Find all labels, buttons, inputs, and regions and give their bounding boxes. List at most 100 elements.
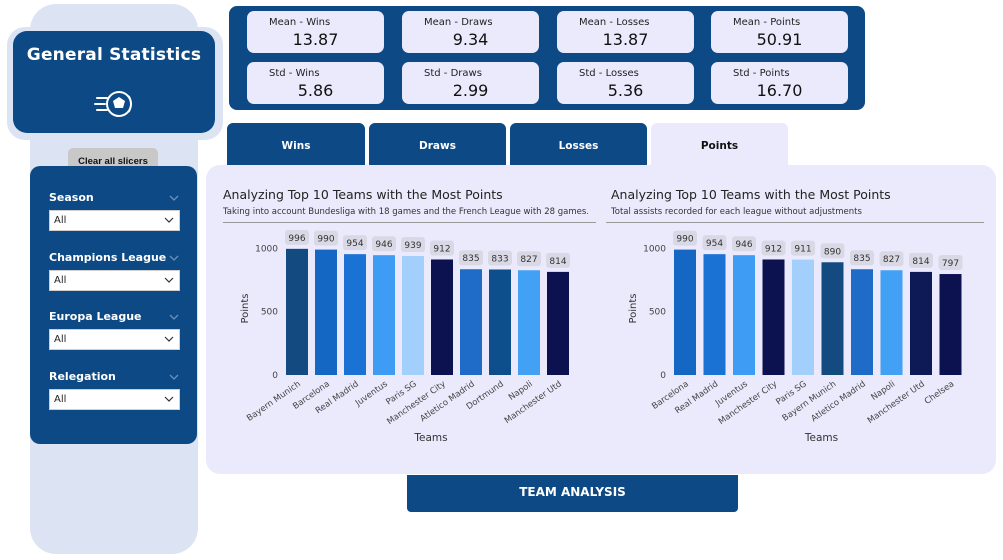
bar (489, 269, 511, 375)
bar (518, 270, 540, 375)
chart-area: Analyzing Top 10 Teams with the Most Poi… (206, 165, 996, 474)
slicer-season: Season All (49, 191, 181, 231)
data-label: 833 (491, 254, 508, 264)
x-tick-label: Chelsea (923, 379, 956, 407)
kpi-label: Std - Points (733, 68, 790, 79)
kpi-value: 2.99 (452, 81, 489, 100)
soccer-ball-icon (94, 91, 132, 117)
slicer-label: Champions League (49, 251, 167, 264)
bar (939, 274, 962, 375)
data-label: 912 (433, 244, 450, 254)
slicer-europa-league: Europa League All (49, 310, 181, 350)
data-label: 835 (462, 254, 479, 264)
kpi-value: 13.87 (292, 30, 339, 49)
chevron-down-icon (164, 217, 174, 223)
y-tick-label: 0 (660, 371, 666, 381)
chevron-down-icon[interactable] (169, 312, 179, 322)
kpi-card-mean-losses: Mean - Losses 13.87 (557, 11, 694, 53)
kpi-label: Std - Wins (269, 68, 320, 79)
chevron-down-icon[interactable] (169, 253, 179, 263)
kpi-value: 13.87 (602, 30, 649, 49)
data-label: 990 (676, 235, 693, 245)
data-label: 827 (883, 255, 900, 265)
dashboard: General Statistics Clear all slicers Sea… (0, 0, 1003, 560)
chevron-down-icon[interactable] (169, 193, 179, 203)
champions-league-dropdown[interactable]: All (49, 270, 180, 291)
dropdown-value: All (54, 334, 67, 345)
data-label: 814 (912, 257, 929, 267)
data-label: 954 (706, 239, 723, 249)
kpi-value: 5.36 (607, 81, 644, 100)
data-label: 890 (824, 247, 841, 257)
relegation-dropdown[interactable]: All (49, 389, 180, 410)
kpi-card-mean-wins: Mean - Wins 13.87 (247, 11, 384, 53)
y-tick-label: 500 (261, 308, 278, 318)
data-label: 835 (853, 254, 870, 264)
kpi-value: 50.91 (756, 30, 803, 49)
x-tick-label: Juventus (353, 379, 390, 409)
title-card: General Statistics (13, 31, 215, 133)
dropdown-value: All (54, 215, 67, 226)
bar (880, 270, 903, 375)
kpi-value: 9.34 (452, 30, 489, 49)
bar (286, 248, 308, 375)
bar (851, 269, 873, 375)
kpi-panel: Mean - Wins 13.87 Mean - Draws 9.34 Mean… (229, 6, 865, 110)
y-tick-label: 500 (649, 308, 666, 318)
bar (733, 255, 755, 375)
y-tick-label: 0 (272, 371, 278, 381)
chevron-down-icon (164, 277, 174, 283)
bar (821, 262, 844, 375)
tab-draws[interactable]: Draws (369, 123, 506, 169)
y-tick-label: 1000 (255, 244, 278, 254)
data-label: 797 (942, 259, 959, 269)
chevron-down-icon (164, 336, 174, 342)
tab-losses[interactable]: Losses (510, 123, 647, 169)
y-axis-label: Points (628, 293, 639, 323)
bar (547, 271, 569, 375)
kpi-label: Std - Losses (579, 68, 639, 79)
kpi-label: Mean - Wins (269, 17, 331, 28)
kpi-value: 5.86 (297, 81, 334, 100)
y-axis-label: Points (240, 293, 251, 323)
data-label: 954 (346, 239, 363, 249)
dropdown-value: All (54, 394, 67, 405)
slicer-label: Season (49, 191, 94, 204)
slicer-relegation: Relegation All (49, 370, 181, 410)
kpi-card-std-wins: Std - Wins 5.86 (247, 62, 384, 104)
bar (703, 254, 726, 375)
x-tick-label: Atletico Madrid (810, 379, 868, 424)
data-label: 939 (404, 241, 421, 251)
kpi-card-mean-points: Mean - Points 50.91 (711, 11, 848, 53)
data-label: 814 (549, 257, 566, 267)
season-dropdown[interactable]: All (49, 210, 180, 231)
data-label: 996 (288, 234, 305, 244)
slicer-champions-league: Champions League All (49, 251, 181, 291)
team-analysis-button[interactable]: TEAM ANALYSIS (407, 475, 738, 512)
tab-wins[interactable]: Wins (227, 123, 365, 169)
tab-points[interactable]: Points (651, 123, 788, 169)
slicer-label: Europa League (49, 310, 142, 323)
bar-chart-adjusted: 05001000Points996Bayern Munich990Barcelo… (240, 229, 570, 444)
bar-chart-unadjusted: 05001000Points990Barcelona954Real Madrid… (628, 230, 963, 444)
kpi-card-std-draws: Std - Draws 2.99 (402, 62, 539, 104)
bar (792, 259, 814, 375)
bar (402, 256, 424, 375)
chevron-down-icon[interactable] (169, 372, 179, 382)
bar (431, 259, 453, 375)
x-axis-label: Teams (804, 432, 838, 444)
kpi-card-std-points: Std - Points 16.70 (711, 62, 848, 104)
slicer-panel: Season All Champions League All Europa L… (30, 166, 197, 444)
bar (344, 254, 366, 375)
data-label: 946 (735, 240, 752, 250)
europa-league-dropdown[interactable]: All (49, 329, 180, 350)
kpi-label: Mean - Losses (579, 17, 650, 28)
kpi-label: Mean - Draws (424, 17, 493, 28)
bar (674, 249, 696, 375)
data-label: 912 (765, 244, 782, 254)
bar (373, 255, 395, 375)
data-label: 911 (794, 245, 811, 255)
bar (315, 249, 337, 375)
data-label: 990 (317, 235, 334, 245)
slicer-label: Relegation (49, 370, 116, 383)
